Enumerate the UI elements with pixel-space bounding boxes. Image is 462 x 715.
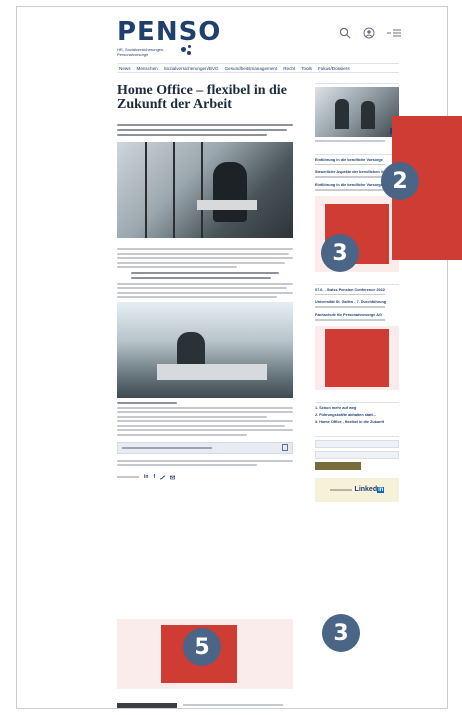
nav-item-gesundheitsmanagement[interactable]: Gesundheitsmanagement [225, 66, 278, 71]
article-hero-image [117, 142, 293, 239]
linkedin-follow-box[interactable]: Linkedin [315, 477, 399, 502]
sidebar-event-item[interactable]: 07.6. - Swiss Pension Conference 2022 [315, 288, 399, 296]
image-caption [117, 240, 313, 244]
download-box[interactable] [117, 441, 293, 454]
sidebar-ad-slot-2[interactable] [315, 325, 399, 390]
article-lead [117, 124, 313, 137]
header-icons [339, 27, 401, 39]
article: Home Office – flexibel in die Zukunft de… [117, 77, 313, 480]
sidebar-teaser-image[interactable] [315, 87, 399, 137]
mail-icon[interactable] [170, 475, 176, 480]
article-body-4 [117, 459, 313, 467]
nav-item-news[interactable]: News [119, 66, 131, 71]
more-articles-heading [117, 695, 118, 700]
article-title: Home Office – flexibel in die Zukunft de… [117, 83, 287, 112]
sidebar-heading-veranstaltungen [315, 278, 399, 285]
sidebar: Einführung in die berufliche Vorsorge St… [315, 77, 399, 502]
sidebar-event-item[interactable]: Universität St. Gallen - 7. Durchführung [315, 300, 399, 309]
article-second-image [117, 302, 293, 399]
search-icon[interactable] [339, 27, 351, 39]
share-bar: in f [117, 474, 313, 480]
linkedin-icon[interactable]: in [144, 474, 148, 480]
nav-item-tools[interactable]: Tools [301, 66, 312, 71]
article-meta [117, 116, 313, 120]
callout-badge-3-linkedin: 3 [322, 614, 360, 652]
popular-item[interactable]: 3. Home Office - flexibel in die Zukunft [315, 420, 399, 424]
user-icon[interactable] [363, 27, 375, 39]
sidebar-heading-newsletter [315, 430, 399, 437]
article-body-1 [117, 248, 313, 269]
sidebar-heading-popular [315, 396, 399, 403]
article-kicker [117, 77, 313, 82]
twitter-icon[interactable] [160, 475, 166, 480]
site-logo[interactable]: PENSO [117, 17, 221, 47]
download-icon [282, 444, 288, 452]
menu-icon[interactable] [387, 27, 401, 39]
logo-dots-icon [179, 45, 195, 57]
newsletter-button[interactable] [315, 461, 361, 470]
newsletter-field[interactable] [315, 439, 399, 448]
facebook-icon[interactable]: f [153, 474, 155, 480]
sidebar-event-item[interactable]: Fachschule für Personalvorsorge AG [315, 313, 399, 321]
callout-badge-3: 3 [321, 234, 359, 272]
popular-item[interactable]: 2. Führungskräfte abhalten statt... [315, 413, 399, 417]
nav-item-menschen[interactable]: Menschen [137, 66, 158, 71]
nav-item-sozialversicherungen[interactable]: Sozialversicherungen/BVG [164, 66, 219, 71]
main-nav: News Menschen Sozialversicherungen/BVG G… [117, 63, 399, 73]
browser-page: PENSO HR, Sozialversicherungen, Personal… [16, 6, 448, 709]
linkedin-logo: Linkedin [354, 486, 385, 494]
sidebar-heading-events [315, 148, 399, 155]
article-body-2 [117, 282, 313, 299]
article-pullquote [117, 272, 313, 279]
nav-item-recht[interactable]: Recht [283, 66, 295, 71]
nav-item-fokus[interactable]: Fokus/Dossiers [318, 66, 350, 71]
article-body-3 [117, 402, 313, 436]
popular-item[interactable]: 1. Schon mehr auf weg [315, 406, 399, 410]
more-article-thumb[interactable] [117, 703, 177, 708]
sidebar-heading-dossiers [315, 77, 399, 84]
newsletter-field[interactable] [315, 450, 399, 459]
logo-subtitle: HR, Sozialversicherungen, Personalvorsor… [117, 47, 165, 57]
site-header: PENSO HR, Sozialversicherungen, Personal… [117, 17, 417, 59]
sidebar-event-item[interactable]: Einführung in die berufliche Vorsorge [315, 158, 399, 166]
callout-badge-2: 2 [381, 162, 419, 200]
callout-badge-5: 5 [183, 628, 221, 666]
more-article-title[interactable] [183, 704, 283, 706]
